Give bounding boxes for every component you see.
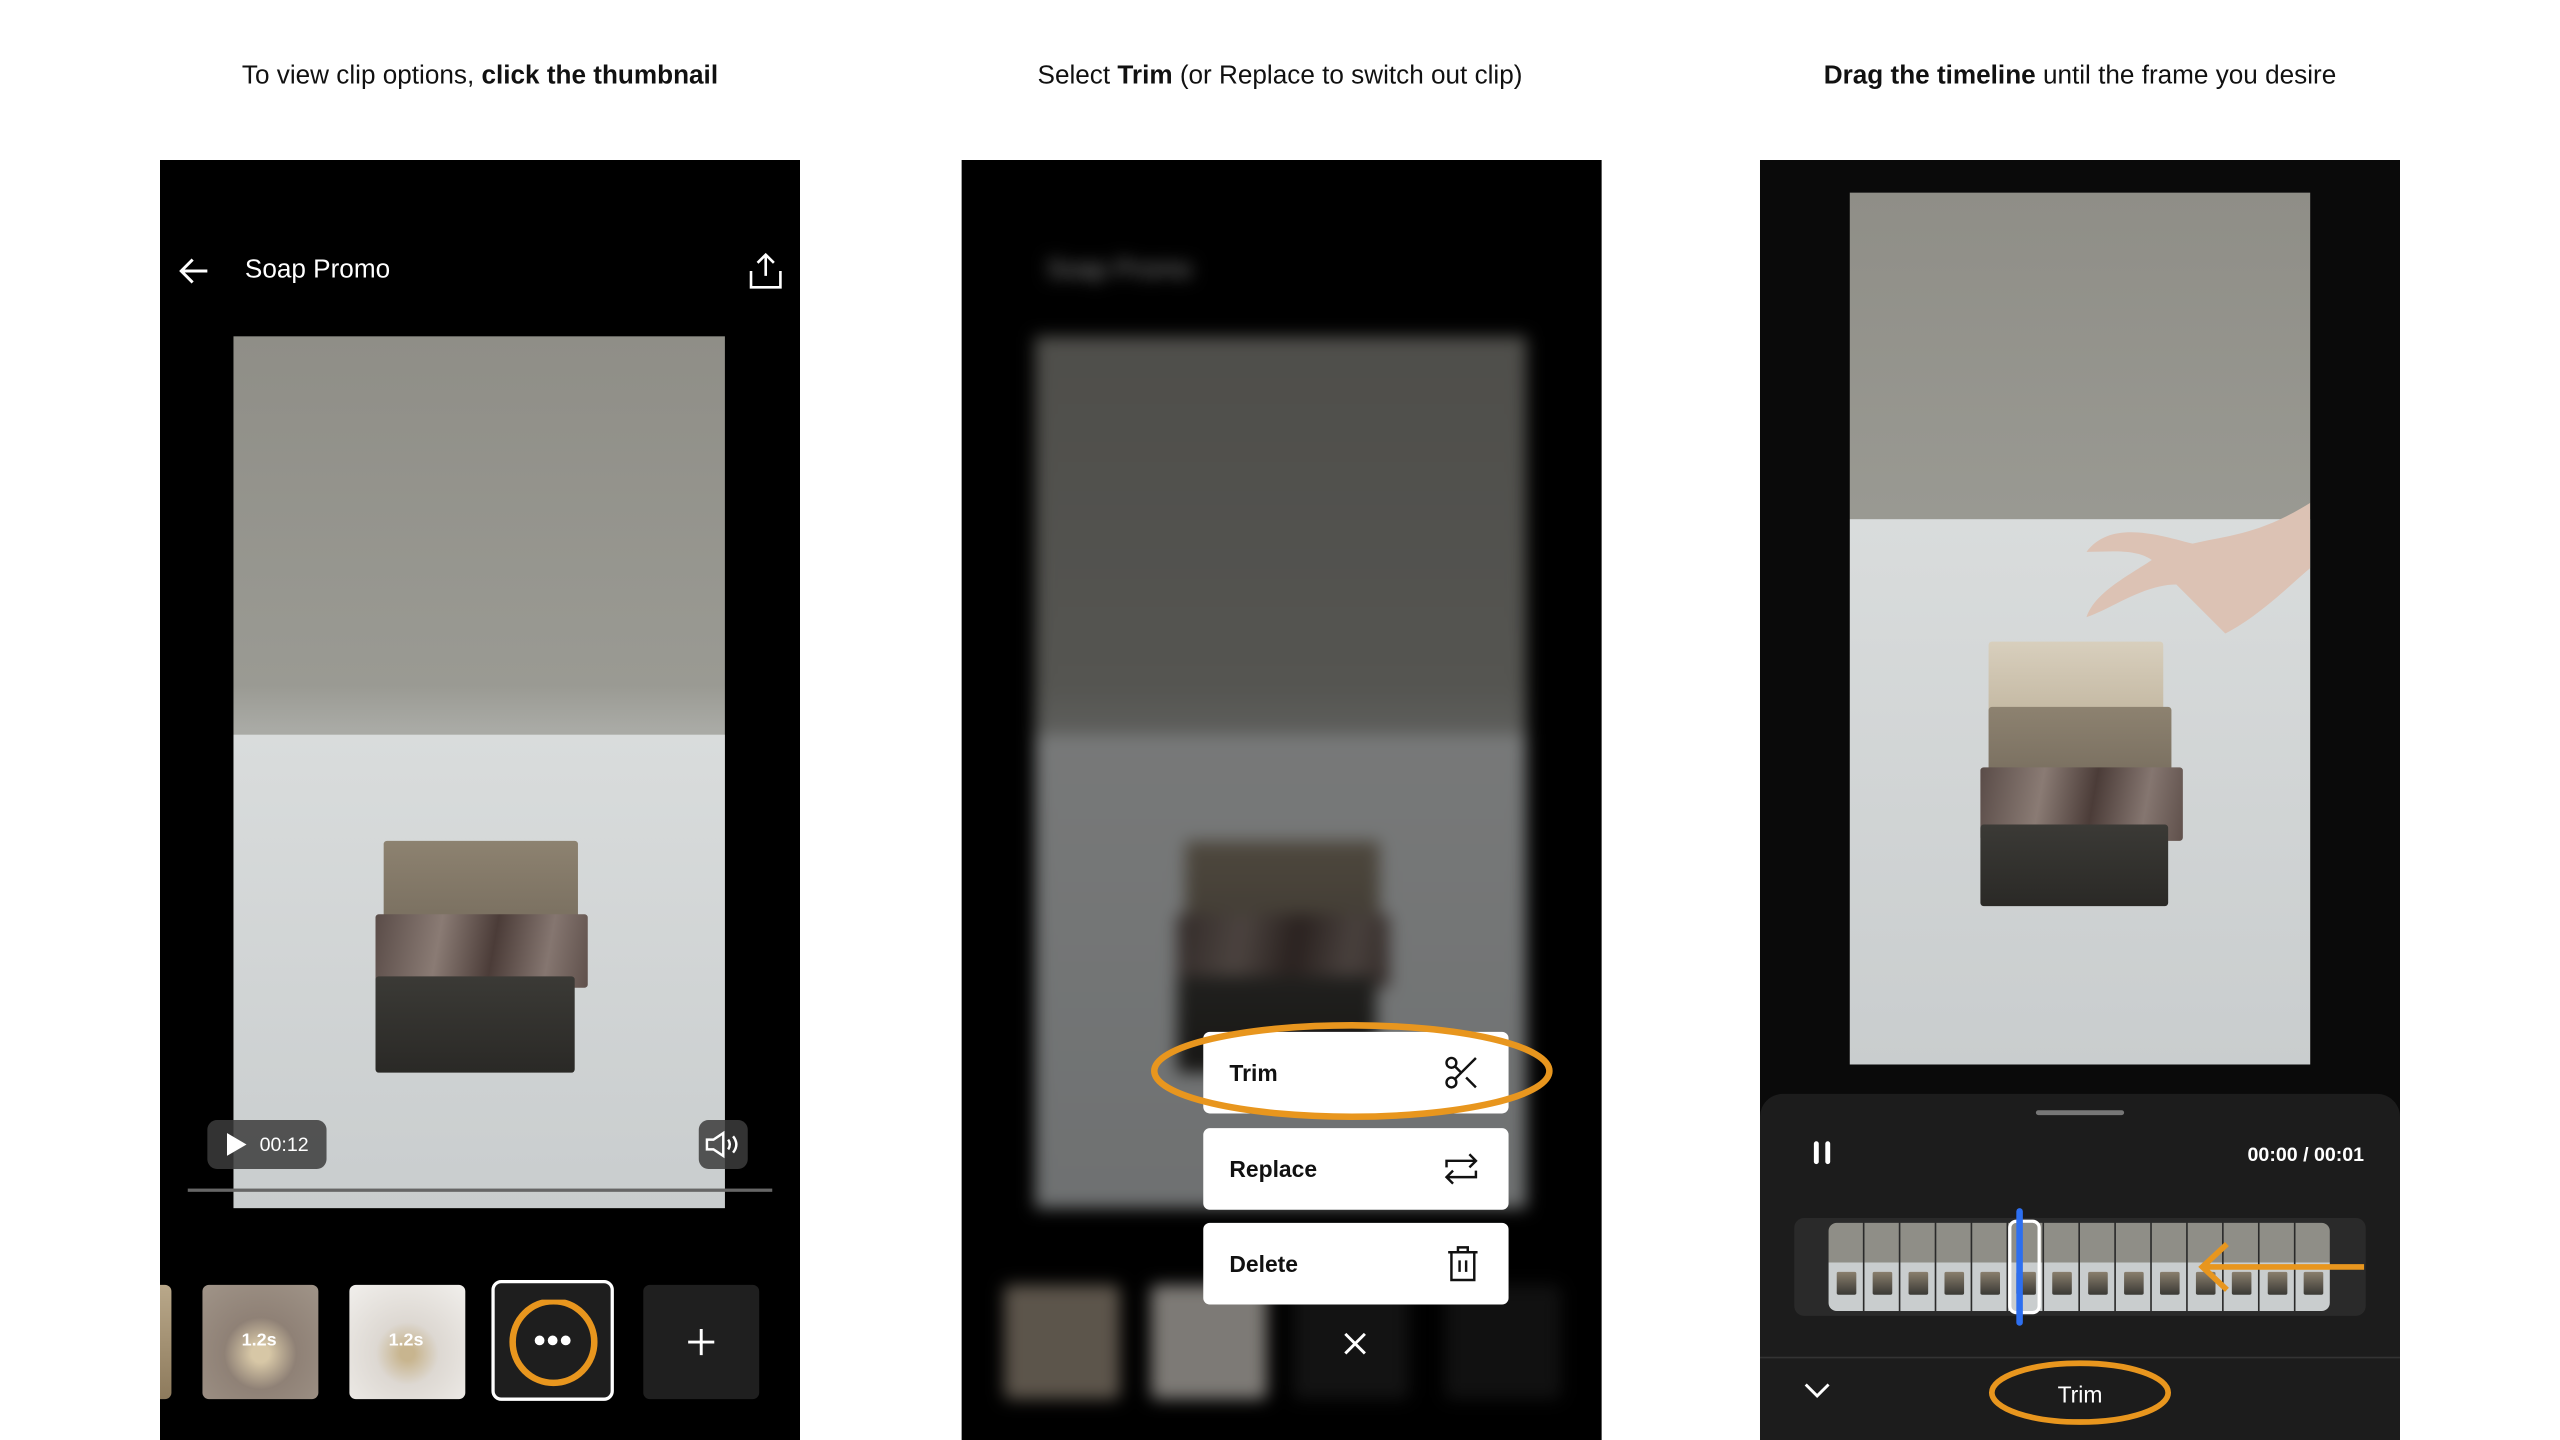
duration-label: 00:12 — [259, 1133, 309, 1156]
menu-item-delete[interactable]: Delete — [1203, 1222, 1509, 1305]
pause-button[interactable] — [1811, 1140, 1834, 1166]
plus-icon — [688, 1328, 715, 1356]
timeline-frame — [2044, 1222, 2079, 1312]
swap-icon — [1444, 1153, 1478, 1185]
menu-label: Replace — [1229, 1155, 1318, 1183]
timeline-frame — [1864, 1222, 1899, 1312]
caption-step-2: Select Trim (or Replace to switch out cl… — [1037, 62, 1523, 90]
close-icon — [1344, 1332, 1366, 1355]
drag-arrow-annotation — [2198, 1241, 2365, 1292]
highlight-ellipse — [1988, 1360, 2172, 1425]
progress-track[interactable] — [187, 1188, 773, 1192]
editor-screen: Soap Promo 00:12 1.2s 1.2s — [159, 159, 800, 1440]
highlight-ring — [509, 1299, 598, 1387]
project-title-blurred: Soap Promo — [1046, 256, 1192, 285]
clip-duration: 1.2s — [241, 1330, 277, 1351]
clip-options-screen: Soap Promo Trim Replace Delete — [961, 159, 1602, 1440]
pause-icon — [1813, 1141, 1831, 1165]
play-button[interactable]: 00:12 — [207, 1119, 327, 1169]
trim-screen: 00:00 / 00:01 Trim — [1759, 159, 2400, 1440]
trim-video-preview — [1849, 192, 2311, 1065]
clip-thumbnail-partial[interactable] — [159, 1284, 172, 1400]
volume-icon — [705, 1130, 738, 1159]
menu-label: Delete — [1229, 1250, 1299, 1277]
timeline-frame — [1828, 1222, 1863, 1312]
project-title: Soap Promo — [244, 256, 391, 285]
timeline-frame — [1900, 1222, 1935, 1312]
selected-frame-handle[interactable] — [2008, 1219, 2041, 1315]
clip-thumbnail-1[interactable]: 1.2s — [202, 1284, 319, 1400]
menu-item-replace[interactable]: Replace — [1203, 1128, 1509, 1210]
video-preview[interactable] — [233, 336, 725, 1209]
sheet-divider — [1759, 1356, 2400, 1359]
time-readout: 00:00 / 00:01 — [2247, 1142, 2365, 1166]
timeline-frame — [2151, 1222, 2187, 1312]
close-menu-button[interactable] — [1337, 1326, 1373, 1362]
timeline-frame — [1936, 1222, 1971, 1312]
trim-sheet: 00:00 / 00:01 Trim — [1759, 1093, 2400, 1440]
share-icon[interactable] — [748, 251, 784, 290]
caption-step-3: Drag the timeline until the frame you de… — [1823, 62, 2337, 90]
play-icon — [226, 1133, 247, 1156]
add-clip-button[interactable] — [643, 1284, 760, 1400]
timeline-frame — [2115, 1222, 2151, 1312]
back-arrow-icon[interactable] — [176, 253, 212, 289]
caption-step-1: To view clip options, click the thumbnai… — [241, 62, 719, 90]
playhead[interactable] — [2016, 1208, 2023, 1326]
trash-icon — [1448, 1246, 1478, 1282]
timeline-frame — [1972, 1222, 2007, 1312]
clip-thumbnail-2[interactable]: 1.2s — [349, 1284, 466, 1400]
timeline-frame — [2079, 1222, 2115, 1312]
highlight-ellipse — [1151, 1022, 1553, 1120]
volume-button[interactable] — [698, 1119, 748, 1169]
clip-duration: 1.2s — [388, 1330, 424, 1351]
sheet-drag-handle[interactable] — [2035, 1110, 2125, 1116]
